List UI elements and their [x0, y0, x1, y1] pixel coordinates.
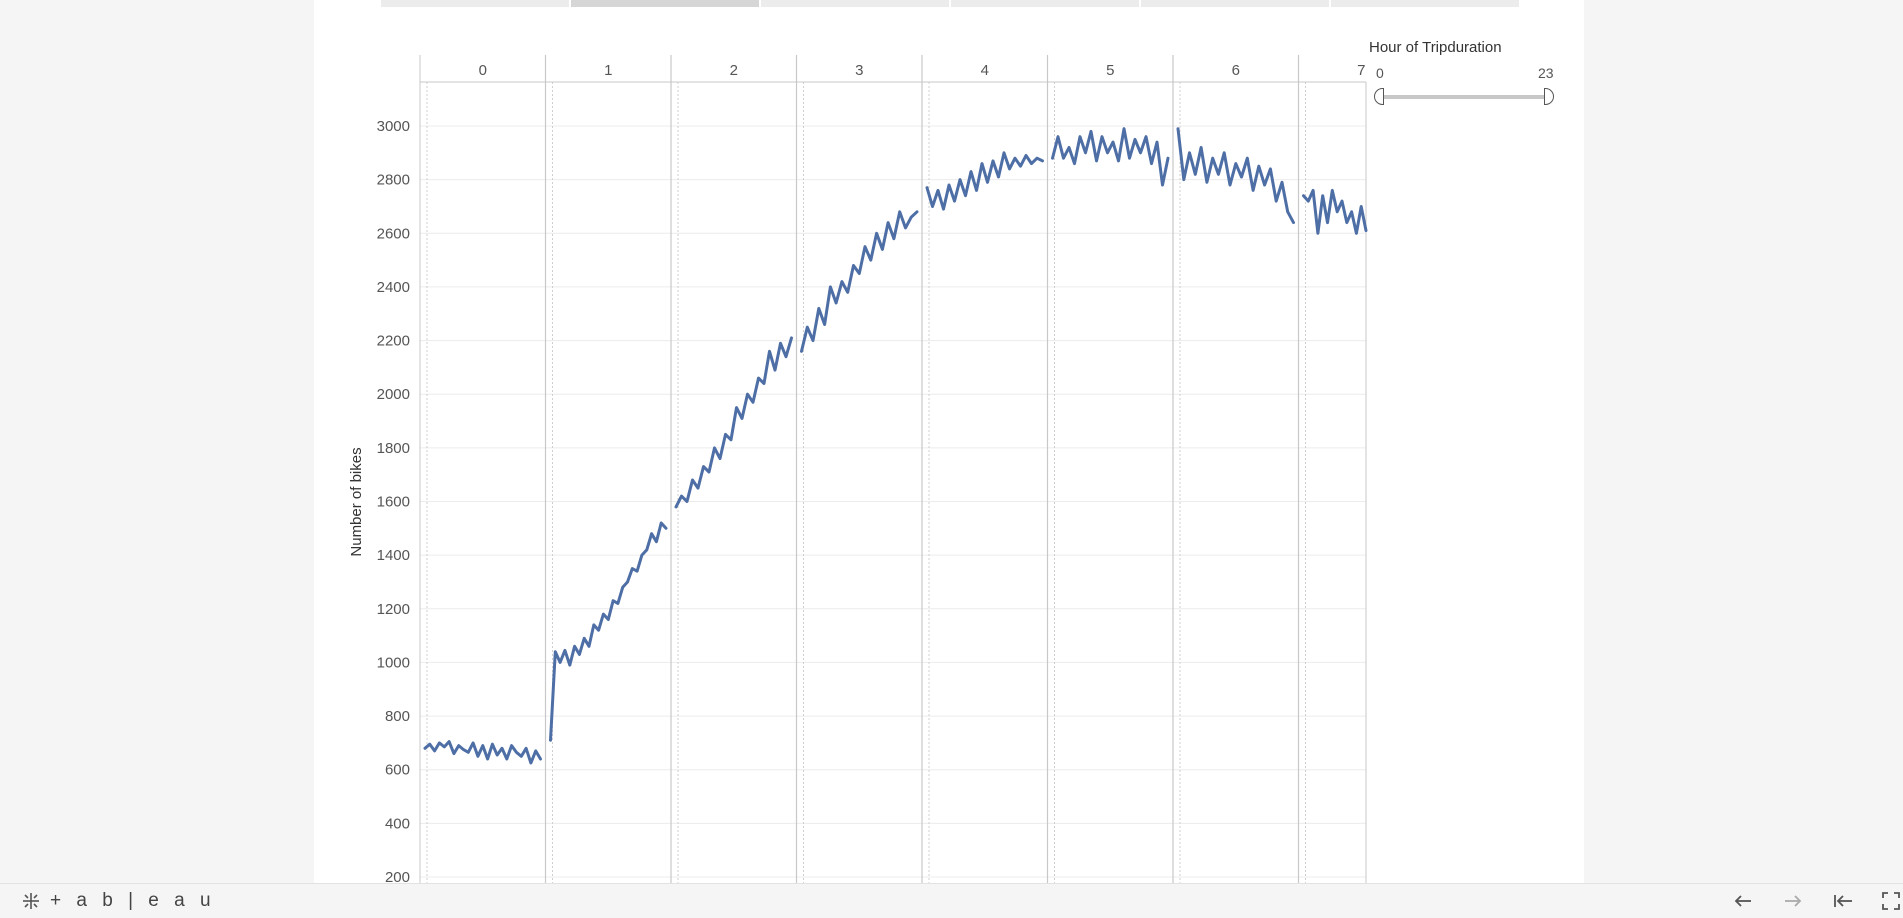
y-tick-label: 1800 — [377, 440, 410, 457]
column-header-label: 2 — [730, 62, 738, 79]
column-header-label: 1 — [604, 62, 612, 79]
y-axis-title: Number of bikes — [348, 447, 365, 556]
y-tick-label: 600 — [385, 762, 410, 779]
series-line-hour-3 — [800, 210, 919, 353]
y-tick-label: 2200 — [377, 333, 410, 350]
first-page-icon — [1834, 895, 1852, 907]
filter-title: Hour of Tripduration — [1369, 39, 1502, 56]
column-header-label: 0 — [479, 62, 487, 79]
series-line-hour-0 — [423, 740, 542, 765]
column-header-label: 6 — [1232, 62, 1240, 79]
series-lines — [423, 127, 1368, 765]
series-line-hour-4 — [925, 151, 1044, 211]
back-arrow-icon — [1734, 895, 1751, 907]
y-tick-label: 2000 — [377, 386, 410, 403]
y-tick-label: 1400 — [377, 547, 410, 564]
y-tick-label: 1200 — [377, 601, 410, 618]
y-tick-label: 2400 — [377, 279, 410, 296]
tableau-logo-icon — [23, 893, 39, 909]
y-tick-label: 3000 — [377, 118, 410, 135]
column-header-label: 3 — [855, 62, 863, 79]
fullscreen-icon — [1882, 892, 1900, 910]
y-tick-label: 1000 — [377, 654, 410, 671]
range-slider-track[interactable] — [1381, 95, 1551, 99]
bottom-toolbar: + a b | e a u — [0, 883, 1903, 918]
line-chart: 2004006008001000120014001600180020002200… — [348, 55, 1368, 886]
column-header-label: 4 — [981, 62, 989, 79]
filter-max-label: 23 — [1538, 65, 1554, 81]
tableau-logo-text: + a b | e a u — [50, 890, 216, 911]
y-tick-label: 2600 — [377, 225, 410, 242]
y-tick-label: 400 — [385, 815, 410, 832]
forward-button[interactable] — [1778, 888, 1808, 914]
series-line-hour-2 — [674, 336, 793, 509]
column-header-label: 7 — [1357, 62, 1365, 79]
y-tick-label: 1600 — [377, 494, 410, 511]
fullscreen-button[interactable] — [1876, 888, 1903, 914]
first-page-button[interactable] — [1828, 888, 1858, 914]
series-line-hour-5 — [1051, 127, 1170, 187]
hour-filter: Hour of Tripduration 0 23 — [1369, 36, 1564, 116]
range-slider-max-handle[interactable] — [1544, 88, 1554, 105]
back-button[interactable] — [1728, 888, 1758, 914]
filter-min-label: 0 — [1376, 65, 1384, 81]
tableau-logo[interactable]: + a b | e a u — [20, 890, 216, 912]
y-axis-ticks: 2004006008001000120014001600180020002200… — [377, 118, 410, 886]
y-tick-label: 800 — [385, 708, 410, 725]
y-tick-label: 2800 — [377, 172, 410, 189]
column-header-label: 5 — [1106, 62, 1114, 79]
series-line-hour-6 — [1176, 127, 1295, 225]
range-slider-min-handle[interactable] — [1374, 88, 1384, 105]
series-line-hour-7 — [1302, 188, 1368, 235]
forward-arrow-icon — [1785, 895, 1802, 907]
